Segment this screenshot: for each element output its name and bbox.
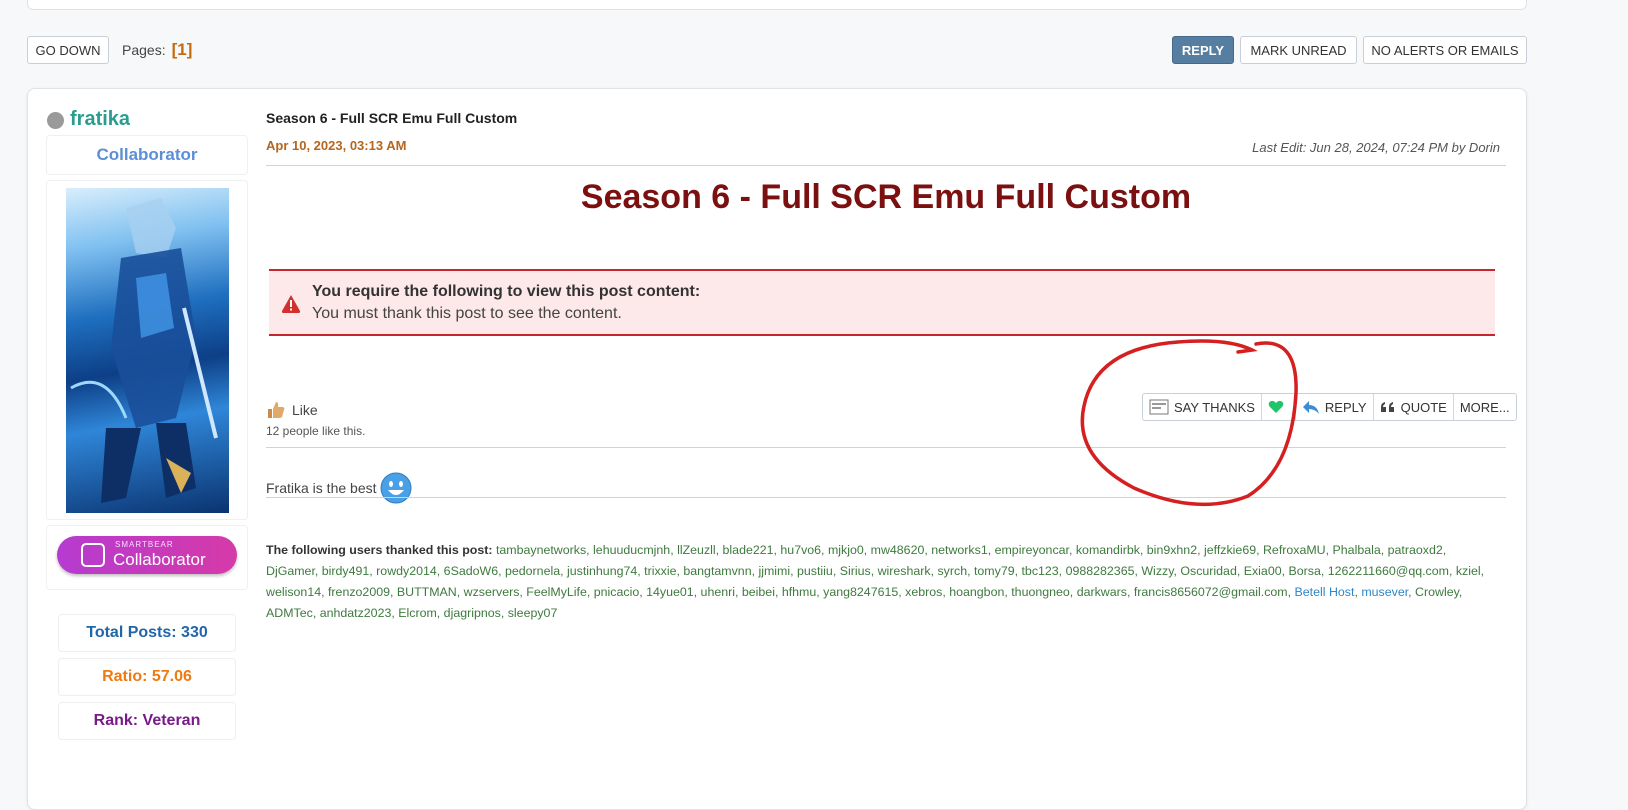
- avatar[interactable]: [66, 188, 229, 513]
- collaborator-badge: SMARTBEAR Collaborator: [57, 536, 237, 574]
- rank: Rank: Veteran: [58, 702, 236, 740]
- quote-icon: [1380, 402, 1394, 412]
- more-button[interactable]: MORE...: [1454, 394, 1516, 420]
- warning-icon: [281, 295, 301, 313]
- reply-arrow-icon: [1302, 401, 1319, 414]
- thanked-user-link[interactable]: Betell Host: [1295, 585, 1355, 599]
- quote-button[interactable]: QUOTE: [1374, 394, 1454, 420]
- gear-icon: [81, 543, 105, 567]
- signature-text: Fratika is the best: [266, 480, 377, 496]
- badge-text: Collaborator: [113, 550, 206, 569]
- post-subject[interactable]: Season 6 - Full SCR Emu Full Custom: [266, 110, 517, 126]
- pages-label: Pages:: [122, 42, 166, 58]
- favorite-button[interactable]: [1262, 394, 1296, 420]
- heart-icon: [1268, 400, 1284, 413]
- divider: [266, 497, 1506, 498]
- divider: [266, 165, 1506, 166]
- say-thanks-button[interactable]: SAY THANKS: [1143, 394, 1262, 420]
- award-box: SMARTBEAR Collaborator: [46, 525, 248, 590]
- hidden-content-notice: You require the following to view this p…: [269, 269, 1495, 336]
- ratio: Ratio: 57.06: [58, 658, 236, 696]
- signature: Fratika is the best: [266, 472, 412, 504]
- offline-status-icon: [47, 112, 64, 129]
- like-button[interactable]: Like: [266, 400, 318, 420]
- thumbs-up-icon: [268, 402, 285, 418]
- divider: [266, 447, 1506, 448]
- total-posts: Total Posts: 330: [58, 614, 236, 652]
- thank-you-card-icon: [1149, 399, 1169, 415]
- post-date: Apr 10, 2023, 03:13 AM: [266, 138, 407, 153]
- like-count[interactable]: 12 people like this.: [266, 424, 365, 438]
- previous-panel: [27, 0, 1527, 10]
- like-label: Like: [292, 402, 318, 418]
- thanked-users-list: The following users thanked this post: t…: [266, 543, 1485, 620]
- notice-heading: You require the following to view this p…: [312, 283, 701, 300]
- badge-small-text: SMARTBEAR: [115, 540, 174, 549]
- go-down-button[interactable]: GO DOWN: [27, 36, 109, 64]
- thanks-label: The following users thanked this post:: [266, 543, 493, 557]
- avatar-box: [46, 180, 248, 520]
- smiley-icon: [380, 472, 411, 504]
- post-title: Season 6 - Full SCR Emu Full Custom: [580, 178, 1192, 216]
- last-edit: Last Edit: Jun 28, 2024, 07:24 PM by Dor…: [1252, 140, 1500, 155]
- poster-name-link[interactable]: fratika: [70, 108, 130, 131]
- pagination: Pages: [1]: [122, 40, 192, 60]
- quote-label: QUOTE: [1400, 399, 1447, 415]
- warrior-artwork-icon: [70, 198, 218, 503]
- reply-label: REPLY: [1324, 399, 1367, 415]
- post-actions: SAY THANKS REPLY QUOTE MORE...: [1142, 393, 1517, 421]
- mark-unread-button[interactable]: MARK UNREAD: [1240, 36, 1357, 64]
- thanked-user-link[interactable]: musever: [1361, 585, 1408, 599]
- say-thanks-label: SAY THANKS: [1174, 399, 1255, 415]
- current-page-link[interactable]: [1]: [172, 40, 193, 59]
- no-alerts-button[interactable]: NO ALERTS OR EMAILS: [1363, 36, 1527, 64]
- reply-button[interactable]: REPLY: [1172, 36, 1234, 64]
- notice-body: You must thank this post to see the cont…: [312, 305, 622, 322]
- reply-post-button[interactable]: REPLY: [1296, 394, 1374, 420]
- member-group: Collaborator: [46, 135, 248, 175]
